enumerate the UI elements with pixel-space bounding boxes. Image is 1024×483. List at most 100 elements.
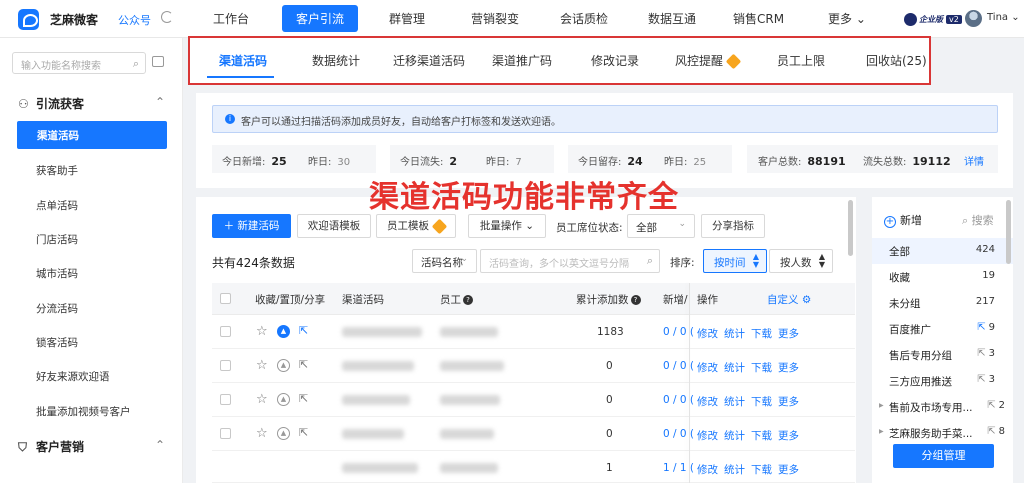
star-icon[interactable]: ☆ [256, 426, 268, 441]
list-scrollbar[interactable] [848, 200, 853, 256]
welcome-template-button[interactable]: 欢迎语模板 [297, 214, 371, 238]
download-link[interactable]: 下载 [751, 360, 772, 375]
pin-top-icon[interactable]: ▲ [277, 427, 290, 440]
group-item-baidu[interactable]: 百度推广 ⇱ 9 [872, 316, 1013, 342]
stats-link[interactable]: 统计 [724, 394, 745, 409]
nav-session-qa[interactable]: 会话质检 [560, 10, 608, 27]
group-item-third-party[interactable]: 三方应用推送 ⇱ 3 [872, 368, 1013, 394]
share-icon[interactable]: ⇱ [299, 324, 308, 337]
stats-link[interactable]: 统计 [724, 360, 745, 375]
select-all-checkbox[interactable] [220, 293, 231, 304]
edit-link[interactable]: 修改 [697, 428, 718, 443]
avatar[interactable] [965, 10, 982, 27]
blurred-staff [440, 361, 504, 371]
pin-top-icon[interactable]: ▲ [277, 393, 290, 406]
sidebar-group-acquisition[interactable]: ⚇ 引流获客 ⌃ [18, 95, 165, 112]
group-item-service-assistant[interactable]: ▶ 芝麻服务助手菜... ⇱ 8 [872, 420, 1013, 446]
nav-data-sync[interactable]: 数据互通 [648, 10, 696, 27]
user-menu[interactable]: Tina ⌄ [987, 12, 1020, 23]
share-icon[interactable]: ⇱ [299, 392, 308, 405]
share-metrics-button[interactable]: 分享指标 [701, 214, 765, 238]
more-link[interactable]: 更多 [778, 462, 799, 477]
share-icon[interactable]: ⇱ [977, 374, 985, 385]
nav-marketing-fission[interactable]: 营销裂变 [471, 10, 519, 27]
sidebar-item-city-code[interactable]: 城市活码 [36, 266, 78, 281]
sidebar-item-welcome-message[interactable]: 好友来源欢迎语 [36, 369, 110, 384]
theme-toggle-icon[interactable] [161, 11, 173, 23]
share-icon[interactable]: ⇱ [299, 358, 308, 371]
filter-icon[interactable] [152, 56, 164, 67]
sidebar-search-input[interactable]: 输入功能名称搜索 ⌕ [12, 52, 146, 74]
caret-right-icon[interactable]: ▶ [879, 428, 884, 435]
star-icon[interactable]: ☆ [256, 392, 268, 407]
stats-link[interactable]: 统计 [724, 428, 745, 443]
more-link[interactable]: 更多 [778, 360, 799, 375]
row-checkbox[interactable] [220, 360, 231, 371]
new-group-button[interactable]: + 新增 [884, 212, 922, 228]
batch-actions-button[interactable]: 批量操作 ⌄ [468, 214, 546, 238]
row-checkbox[interactable] [220, 394, 231, 405]
sidebar-item-acquisition-assistant[interactable]: 获客助手 [36, 163, 78, 178]
edit-link[interactable]: 修改 [697, 462, 718, 477]
download-link[interactable]: 下载 [751, 428, 772, 443]
table-row[interactable]: ☆ ▲ ⇱ 0 0 / 0 ( 修改 统计 下载 更多 [212, 417, 855, 451]
edit-link[interactable]: 修改 [697, 394, 718, 409]
sort-by-count-button[interactable]: 按人数 ▲ ▼ [769, 249, 833, 273]
star-icon[interactable]: ☆ [256, 324, 268, 339]
group-item-after-sales[interactable]: 售后专用分组 ⇱ 3 [872, 342, 1013, 368]
sidebar-item-store-code[interactable]: 门店活码 [36, 232, 78, 247]
stats-link[interactable]: 统计 [724, 326, 745, 341]
group-item-ungrouped[interactable]: 未分组 217 [872, 290, 1013, 316]
group-item-all[interactable]: 全部 424 [872, 238, 1013, 264]
table-row[interactable]: ☆ ▲ ⇱ 0 0 / 0 ( 修改 统计 下载 更多 [212, 383, 855, 417]
nav-sales-crm[interactable]: 销售CRM [733, 10, 784, 27]
edit-link[interactable]: 修改 [697, 360, 718, 375]
caret-right-icon[interactable]: ▶ [879, 402, 884, 409]
more-link[interactable]: 更多 [778, 428, 799, 443]
details-link[interactable]: 详情 [964, 153, 984, 168]
share-icon[interactable]: ⇱ [987, 400, 995, 411]
row-checkbox[interactable] [220, 428, 231, 439]
share-icon[interactable]: ⇱ [977, 348, 985, 359]
stats-link[interactable]: 统计 [724, 462, 745, 477]
nav-more[interactable]: 更多 ⌄ [828, 10, 866, 27]
pin-top-icon[interactable]: ▲ [277, 359, 290, 372]
row-checkbox[interactable] [220, 326, 231, 337]
new-code-button[interactable]: ＋ 新建活码 [212, 214, 291, 238]
share-icon[interactable]: ⇱ [977, 322, 985, 333]
group-search-button[interactable]: ⌕ 搜索 [962, 212, 994, 228]
sidebar-item-batch-video-customers[interactable]: 批量添加视频号客户 [36, 404, 131, 419]
code-search-input[interactable]: 活码查询，多个以英文逗号分隔 ⌕ [480, 249, 660, 273]
nav-customer-acquisition[interactable]: 客户引流 [282, 5, 359, 32]
group-item-presales[interactable]: ▶ 售前及市场专用... ⇱ 2 [872, 394, 1013, 420]
sidebar-item-lock-code[interactable]: 锁客活码 [36, 335, 78, 350]
more-link[interactable]: 更多 [778, 394, 799, 409]
public-account-link[interactable]: 公众号 [118, 12, 151, 28]
group-manage-button[interactable]: 分组管理 [893, 444, 994, 468]
download-link[interactable]: 下载 [751, 326, 772, 341]
customize-columns-button[interactable]: 自定义 ⚙ [767, 292, 811, 307]
table-row[interactable]: 1 1 / 1 ( 修改 统计 下载 更多 [212, 451, 855, 483]
table-row[interactable]: ☆ ▲ ⇱ 1183 0 / 0 ( 修改 统计 下载 更多 [212, 315, 855, 349]
download-link[interactable]: 下载 [751, 394, 772, 409]
nav-workbench[interactable]: 工作台 [213, 10, 249, 27]
share-icon[interactable]: ⇱ [299, 426, 308, 439]
nav-group-management[interactable]: 群管理 [389, 10, 425, 27]
group-scrollbar[interactable] [1006, 200, 1011, 264]
sidebar-item-split-code[interactable]: 分流活码 [36, 301, 78, 316]
sidebar-item-channel-code[interactable]: 渠道活码 [17, 121, 167, 149]
group-item-favorites[interactable]: 收藏 19 [872, 264, 1013, 290]
sidebar-item-order-code[interactable]: 点单活码 [36, 198, 78, 213]
search-field-select[interactable]: 活码名称 ⌄ [412, 249, 477, 273]
staff-template-button[interactable]: 员工模板 [376, 214, 456, 238]
edit-link[interactable]: 修改 [697, 326, 718, 341]
sort-by-time-button[interactable]: 按时间 ▲ ▼ [703, 249, 767, 273]
download-link[interactable]: 下载 [751, 462, 772, 477]
share-icon[interactable]: ⇱ [987, 426, 995, 437]
seat-status-select[interactable]: 全部 ⌄ [627, 214, 695, 238]
sidebar-group-marketing[interactable]: ⛉ 客户营销 ⌃ [18, 438, 165, 455]
star-icon[interactable]: ☆ [256, 358, 268, 373]
pin-top-icon[interactable]: ▲ [277, 325, 290, 338]
more-link[interactable]: 更多 [778, 326, 799, 341]
table-row[interactable]: ☆ ▲ ⇱ 0 0 / 0 ( 修改 统计 下载 更多 [212, 349, 855, 383]
